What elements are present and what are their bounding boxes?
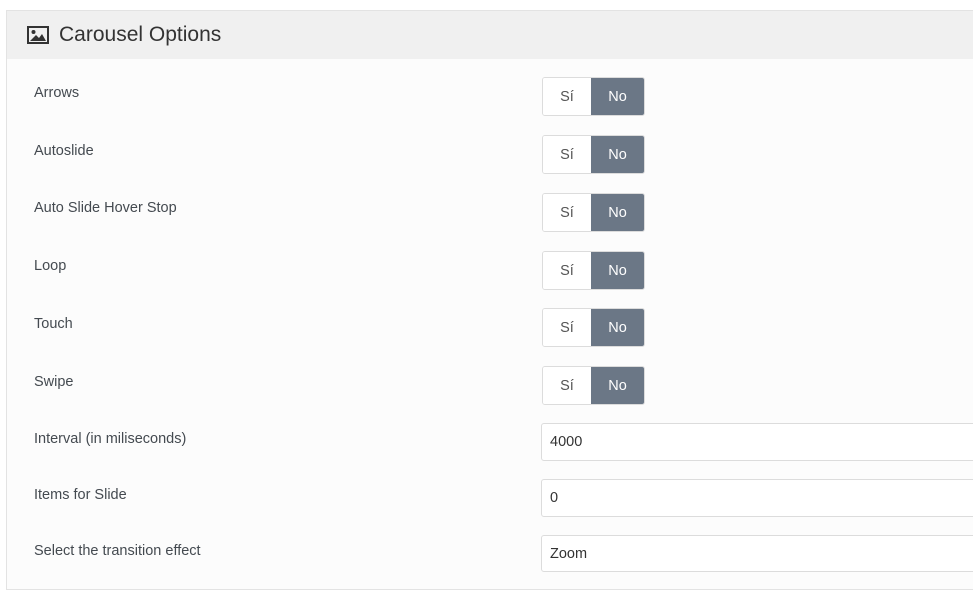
arrows-yes-option[interactable]: Sí	[543, 78, 591, 115]
toggle-touch: Sí No	[542, 308, 645, 347]
hover-stop-yes-option[interactable]: Sí	[543, 194, 591, 231]
arrows-no-option[interactable]: No	[591, 78, 644, 115]
items-for-slide-input[interactable]: 0	[541, 479, 973, 517]
label-touch: Touch	[34, 316, 73, 332]
toggle-auto-slide-hover-stop: Sí No	[542, 193, 645, 232]
label-transition-effect: Select the transition effect	[34, 543, 201, 559]
hover-stop-no-option[interactable]: No	[591, 194, 644, 231]
touch-no-option[interactable]: No	[591, 309, 644, 346]
autoslide-yes-option[interactable]: Sí	[543, 136, 591, 173]
loop-no-option[interactable]: No	[591, 252, 644, 289]
interval-input[interactable]: 4000	[541, 423, 973, 461]
swipe-no-option[interactable]: No	[591, 367, 644, 404]
toggle-arrows: Sí No	[542, 77, 645, 116]
autoslide-no-option[interactable]: No	[591, 136, 644, 173]
panel-header: Carousel Options	[7, 11, 973, 59]
swipe-yes-option[interactable]: Sí	[543, 367, 591, 404]
touch-yes-option[interactable]: Sí	[543, 309, 591, 346]
panel-title: Carousel Options	[59, 23, 222, 46]
label-loop: Loop	[34, 258, 67, 274]
toggle-autoslide: Sí No	[542, 135, 645, 174]
label-autoslide: Autoslide	[34, 143, 94, 159]
image-icon	[27, 26, 49, 44]
toggle-loop: Sí No	[542, 251, 645, 290]
transition-effect-select[interactable]: Zoom	[541, 535, 973, 572]
label-items-for-slide: Items for Slide	[34, 487, 127, 503]
label-arrows: Arrows	[34, 85, 80, 101]
loop-yes-option[interactable]: Sí	[543, 252, 591, 289]
carousel-options-panel: Carousel Options Arrows Sí No Autoslide …	[6, 10, 973, 590]
label-interval: Interval (in miliseconds)	[34, 431, 187, 447]
toggle-swipe: Sí No	[542, 366, 645, 405]
label-swipe: Swipe	[34, 374, 74, 390]
label-auto-slide-hover-stop: Auto Slide Hover Stop	[34, 200, 177, 216]
